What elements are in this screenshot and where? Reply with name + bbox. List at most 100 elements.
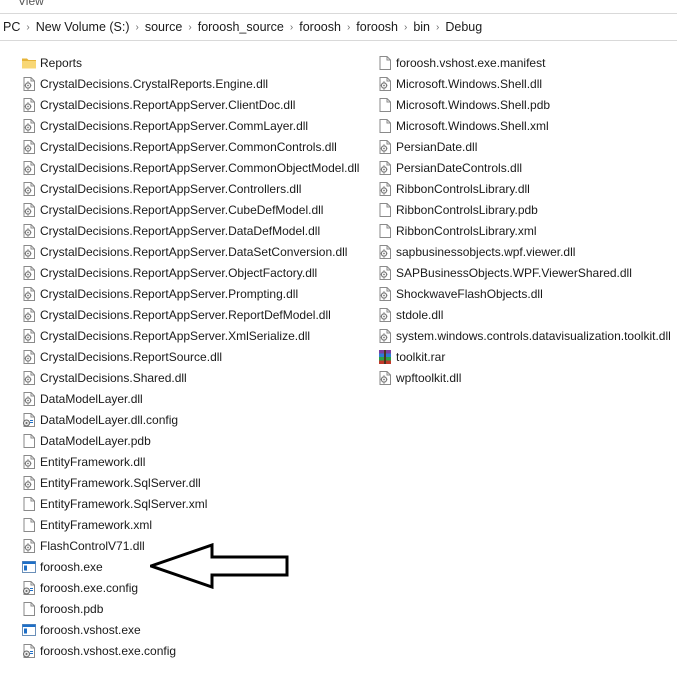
breadcrumb-item[interactable]: PC — [0, 20, 25, 34]
file-item[interactable]: sapbusinessobjects.wpf.viewer.dll — [377, 241, 677, 262]
file-item[interactable]: CrystalDecisions.CrystalReports.Engine.d… — [21, 73, 371, 94]
file-item[interactable]: system.windows.controls.datavisualizatio… — [377, 325, 677, 346]
file-item[interactable]: CrystalDecisions.ReportAppServer.CubeDef… — [21, 199, 371, 220]
rar-file-icon — [377, 349, 393, 365]
file-item[interactable]: CrystalDecisions.ReportAppServer.ObjectF… — [21, 262, 371, 283]
file-file-icon — [377, 223, 393, 239]
ribbon-strip: View — [0, 0, 677, 12]
file-name: system.windows.controls.datavisualizatio… — [396, 328, 671, 343]
file-name: stdole.dll — [396, 307, 444, 322]
file-item[interactable]: EntityFramework.SqlServer.dll — [21, 472, 371, 493]
file-item[interactable]: RibbonControlsLibrary.dll — [377, 178, 677, 199]
file-name: CrystalDecisions.ReportAppServer.CommonO… — [40, 160, 360, 175]
file-name: CrystalDecisions.ReportAppServer.Prompti… — [40, 286, 299, 301]
dll-file-icon — [377, 328, 393, 344]
file-name: sapbusinessobjects.wpf.viewer.dll — [396, 244, 576, 259]
file-item[interactable]: foroosh.vshost.exe.manifest — [377, 52, 677, 73]
file-item[interactable]: CrystalDecisions.ReportAppServer.CommonO… — [21, 157, 371, 178]
file-item[interactable]: EntityFramework.SqlServer.xml — [21, 493, 371, 514]
file-item[interactable]: ShockwaveFlashObjects.dll — [377, 283, 677, 304]
file-name: foroosh.vshost.exe.manifest — [396, 55, 546, 70]
file-list: Reports CrystalDecisions.CrystalReports.E… — [0, 52, 677, 672]
file-item[interactable]: CrystalDecisions.ReportSource.dll — [21, 346, 371, 367]
config-file-icon — [21, 580, 37, 596]
file-item[interactable]: Microsoft.Windows.Shell.xml — [377, 115, 677, 136]
breadcrumb-item[interactable]: foroosh_source — [193, 20, 289, 34]
address-bar[interactable]: PC › New Volume (S:) › source › foroosh_source… — [0, 13, 677, 41]
file-item[interactable]: PersianDate.dll — [377, 136, 677, 157]
dll-file-icon — [21, 328, 37, 344]
dll-file-icon — [21, 538, 37, 554]
file-name: CrystalDecisions.ReportAppServer.ObjectF… — [40, 265, 318, 280]
file-name: CrystalDecisions.ReportAppServer.CubeDef… — [40, 202, 324, 217]
file-item[interactable]: DataModelLayer.pdb — [21, 430, 371, 451]
breadcrumb: PC › New Volume (S:) › source › foroosh_source… — [0, 14, 487, 40]
file-item[interactable]: CrystalDecisions.ReportAppServer.ReportD… — [21, 304, 371, 325]
file-name: CrystalDecisions.ReportAppServer.XmlSeri… — [40, 328, 311, 343]
file-item[interactable]: EntityFramework.dll — [21, 451, 371, 472]
dll-file-icon — [377, 76, 393, 92]
file-name: toolkit.rar — [396, 349, 446, 364]
file-item[interactable]: foroosh.vshost.exe — [21, 619, 371, 640]
dll-file-icon — [21, 286, 37, 302]
file-name: foroosh.vshost.exe — [40, 622, 141, 637]
file-item[interactable]: toolkit.rar — [377, 346, 677, 367]
config-file-icon — [21, 412, 37, 428]
dll-file-icon — [377, 181, 393, 197]
file-item[interactable]: PersianDateControls.dll — [377, 157, 677, 178]
file-name: ShockwaveFlashObjects.dll — [396, 286, 543, 301]
breadcrumb-item[interactable]: foroosh — [294, 20, 346, 34]
file-name: CrystalDecisions.ReportAppServer.DataSet… — [40, 244, 348, 259]
file-item[interactable]: CrystalDecisions.ReportAppServer.Control… — [21, 178, 371, 199]
file-name: Microsoft.Windows.Shell.dll — [396, 76, 543, 91]
file-item[interactable]: Microsoft.Windows.Shell.dll — [377, 73, 677, 94]
breadcrumb-item[interactable]: bin — [408, 20, 435, 34]
dll-file-icon — [21, 370, 37, 386]
breadcrumb-item[interactable]: source — [140, 20, 188, 34]
file-column-2: foroosh.vshost.exe.manifest Microsoft.Win… — [377, 52, 677, 388]
file-item[interactable]: SAPBusinessObjects.WPF.ViewerShared.dll — [377, 262, 677, 283]
file-name: CrystalDecisions.Shared.dll — [40, 370, 187, 385]
folder-file-icon — [21, 55, 37, 71]
file-file-icon — [377, 55, 393, 71]
file-item[interactable]: DataModelLayer.dll — [21, 388, 371, 409]
file-item[interactable]: stdole.dll — [377, 304, 677, 325]
file-item[interactable]: CrystalDecisions.ReportAppServer.Prompti… — [21, 283, 371, 304]
file-name: CrystalDecisions.ReportAppServer.ClientD… — [40, 97, 296, 112]
file-item[interactable]: CrystalDecisions.ReportAppServer.CommLay… — [21, 115, 371, 136]
file-name: CrystalDecisions.ReportAppServer.CommonC… — [40, 139, 337, 154]
file-name: CrystalDecisions.ReportAppServer.CommLay… — [40, 118, 309, 133]
file-item[interactable]: wpftoolkit.dll — [377, 367, 677, 388]
file-name: DataModelLayer.pdb — [40, 433, 151, 448]
file-item[interactable]: CrystalDecisions.Shared.dll — [21, 367, 371, 388]
file-name: foroosh.exe.config — [40, 580, 139, 595]
file-item[interactable]: CrystalDecisions.ReportAppServer.DataSet… — [21, 241, 371, 262]
file-name: EntityFramework.SqlServer.xml — [40, 496, 208, 511]
file-item[interactable]: DataModelLayer.dll.config — [21, 409, 371, 430]
file-file-icon — [21, 496, 37, 512]
left-arrow-annotation — [150, 543, 289, 589]
file-name: DataModelLayer.dll.config — [40, 412, 179, 427]
file-item[interactable]: RibbonControlsLibrary.xml — [377, 220, 677, 241]
dll-file-icon — [21, 223, 37, 239]
file-name: EntityFramework.SqlServer.dll — [40, 475, 201, 490]
file-item[interactable]: CrystalDecisions.ReportAppServer.ClientD… — [21, 94, 371, 115]
file-name: RibbonControlsLibrary.pdb — [396, 202, 538, 217]
breadcrumb-item[interactable]: foroosh — [351, 20, 403, 34]
file-item[interactable]: CrystalDecisions.ReportAppServer.XmlSeri… — [21, 325, 371, 346]
file-item[interactable]: foroosh.pdb — [21, 598, 371, 619]
file-item[interactable]: EntityFramework.xml — [21, 514, 371, 535]
file-item[interactable]: RibbonControlsLibrary.pdb — [377, 199, 677, 220]
file-item[interactable]: Microsoft.Windows.Shell.pdb — [377, 94, 677, 115]
file-name: foroosh.exe — [40, 559, 103, 574]
dll-file-icon — [21, 349, 37, 365]
breadcrumb-item[interactable]: New Volume (S:) — [31, 20, 135, 34]
file-item[interactable]: Reports — [21, 52, 371, 73]
file-item[interactable]: CrystalDecisions.ReportAppServer.CommonC… — [21, 136, 371, 157]
file-item[interactable]: CrystalDecisions.ReportAppServer.DataDef… — [21, 220, 371, 241]
dll-file-icon — [21, 454, 37, 470]
breadcrumb-item[interactable]: Debug — [440, 20, 487, 34]
file-name: Microsoft.Windows.Shell.xml — [396, 118, 549, 133]
file-item[interactable]: foroosh.vshost.exe.config — [21, 640, 371, 661]
view-menu-label[interactable]: View — [18, 0, 44, 8]
